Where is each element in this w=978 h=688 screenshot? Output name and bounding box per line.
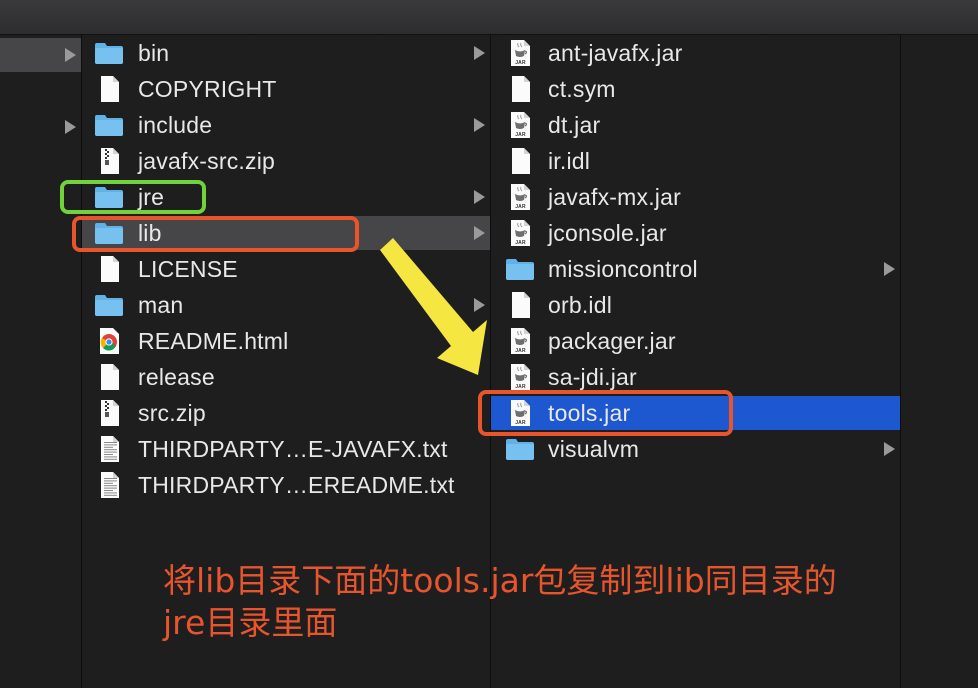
text-file-icon	[94, 436, 124, 462]
folder-icon	[94, 40, 124, 66]
item-label: lib	[138, 220, 162, 246]
annotation-line-1: 将lib目录下面的tools.jar包复制到lib同目录的	[163, 561, 837, 600]
jdk-item-include[interactable]: include	[82, 108, 490, 142]
parent-column[interactable]	[0, 35, 82, 688]
jdk-item-javafx-src-zip[interactable]: javafx-src.zip	[82, 144, 490, 178]
item-label: packager.jar	[548, 328, 676, 354]
document-icon	[505, 148, 535, 174]
jdk-item-bin[interactable]: bin	[82, 36, 490, 70]
chevron-right-icon[interactable]	[884, 442, 895, 456]
item-label: THIRDPARTY…EREADME.txt	[138, 472, 455, 498]
jar-icon: JAR	[505, 184, 535, 210]
svg-text:JAR: JAR	[515, 132, 526, 138]
item-label: jre	[138, 184, 165, 210]
chrome-icon	[94, 328, 124, 354]
item-label: include	[138, 112, 213, 138]
lib-item-packager-jar[interactable]: JAR packager.jar	[491, 324, 900, 358]
chevron-right-icon[interactable]	[474, 190, 485, 204]
document-icon	[505, 76, 535, 102]
lib-item-ir-idl[interactable]: ir.idl	[491, 144, 900, 178]
jdk-item-release[interactable]: release	[82, 360, 490, 394]
svg-text:JAR: JAR	[515, 384, 526, 390]
item-label: bin	[138, 40, 170, 66]
document-icon	[94, 256, 124, 282]
lib-item-tools-jar[interactable]: JAR tools.jar	[491, 396, 900, 430]
annotation-line-2: jre目录里面	[163, 603, 338, 642]
lib-item-ct-sym[interactable]: ct.sym	[491, 72, 900, 106]
item-label: ir.idl	[548, 148, 591, 174]
chevron-right-icon[interactable]	[474, 226, 485, 240]
jar-icon: JAR	[505, 328, 535, 354]
jdk-item-man[interactable]: man	[82, 288, 490, 322]
zip-icon	[94, 148, 124, 174]
lib-item-ant-javafx-jar[interactable]: JAR ant-javafx.jar	[491, 36, 900, 70]
document-icon	[505, 292, 535, 318]
item-label: THIRDPARTY…E-JAVAFX.txt	[138, 436, 448, 462]
chevron-right-icon[interactable]	[474, 118, 485, 132]
text-file-icon	[94, 472, 124, 498]
document-icon	[94, 76, 124, 102]
svg-text:JAR: JAR	[515, 240, 526, 246]
folder-icon	[505, 256, 535, 282]
jdk-item-jre[interactable]: jre	[82, 180, 490, 214]
folder-icon	[94, 184, 124, 210]
instruction-annotation: 将lib目录下面的tools.jar包复制到lib同目录的 jre目录里面	[163, 560, 923, 644]
jdk-item-src-zip[interactable]: src.zip	[82, 396, 490, 430]
lib-item-dt-jar[interactable]: JAR dt.jar	[491, 108, 900, 142]
item-label: orb.idl	[548, 292, 613, 318]
lib-item-sa-jdi-jar[interactable]: JAR sa-jdi.jar	[491, 360, 900, 394]
item-label: release	[138, 364, 215, 390]
chevron-right-icon[interactable]	[474, 298, 485, 312]
lib-item-orb-idl[interactable]: orb.idl	[491, 288, 900, 322]
chevron-right-icon[interactable]	[884, 262, 895, 276]
item-label: dt.jar	[548, 112, 601, 138]
parent-selected-row[interactable]	[0, 38, 81, 72]
parent-row[interactable]	[0, 110, 81, 144]
jar-icon: JAR	[505, 40, 535, 66]
item-label: visualvm	[548, 436, 640, 462]
item-label: COPYRIGHT	[138, 76, 277, 102]
jdk-item-thirdparty-e-javafx-txt[interactable]: THIRDPARTY…E-JAVAFX.txt	[82, 432, 490, 466]
jar-icon: JAR	[505, 112, 535, 138]
chevron-right-icon	[65, 48, 76, 62]
item-label: LICENSE	[138, 256, 238, 282]
jdk-item-copyright[interactable]: COPYRIGHT	[82, 72, 490, 106]
svg-text:JAR: JAR	[515, 204, 526, 210]
lib-item-missioncontrol[interactable]: missioncontrol	[491, 252, 900, 286]
jar-icon: JAR	[505, 364, 535, 390]
chevron-right-icon	[65, 120, 76, 134]
finder-toolbar	[0, 0, 978, 35]
item-label: ct.sym	[548, 76, 616, 102]
lib-item-javafx-mx-jar[interactable]: JAR javafx-mx.jar	[491, 180, 900, 214]
chevron-right-icon[interactable]	[474, 46, 485, 60]
lib-item-jconsole-jar[interactable]: JAR jconsole.jar	[491, 216, 900, 250]
jdk-item-thirdparty-ereadme-txt[interactable]: THIRDPARTY…EREADME.txt	[82, 468, 490, 502]
zip-icon	[94, 400, 124, 426]
jar-icon: JAR	[505, 220, 535, 246]
jdk-item-license[interactable]: LICENSE	[82, 252, 490, 286]
item-label: javafx-mx.jar	[548, 184, 681, 210]
document-icon	[94, 364, 124, 390]
jar-icon: JAR	[505, 400, 535, 426]
item-label: javafx-src.zip	[138, 148, 275, 174]
lib-item-visualvm[interactable]: visualvm	[491, 432, 900, 466]
item-label: tools.jar	[548, 400, 631, 426]
folder-icon	[94, 292, 124, 318]
item-label: ant-javafx.jar	[548, 40, 683, 66]
svg-text:JAR: JAR	[515, 348, 526, 354]
svg-text:JAR: JAR	[515, 420, 526, 426]
folder-icon	[94, 220, 124, 246]
item-label: README.html	[138, 328, 289, 354]
item-label: man	[138, 292, 184, 318]
jdk-item-lib[interactable]: lib	[82, 216, 490, 250]
item-label: sa-jdi.jar	[548, 364, 637, 390]
item-label: missioncontrol	[548, 256, 698, 282]
item-label: jconsole.jar	[548, 220, 667, 246]
folder-icon	[94, 112, 124, 138]
jdk-item-readme-html[interactable]: README.html	[82, 324, 490, 358]
item-label: src.zip	[138, 400, 206, 426]
svg-text:JAR: JAR	[515, 60, 526, 66]
folder-icon	[505, 436, 535, 462]
